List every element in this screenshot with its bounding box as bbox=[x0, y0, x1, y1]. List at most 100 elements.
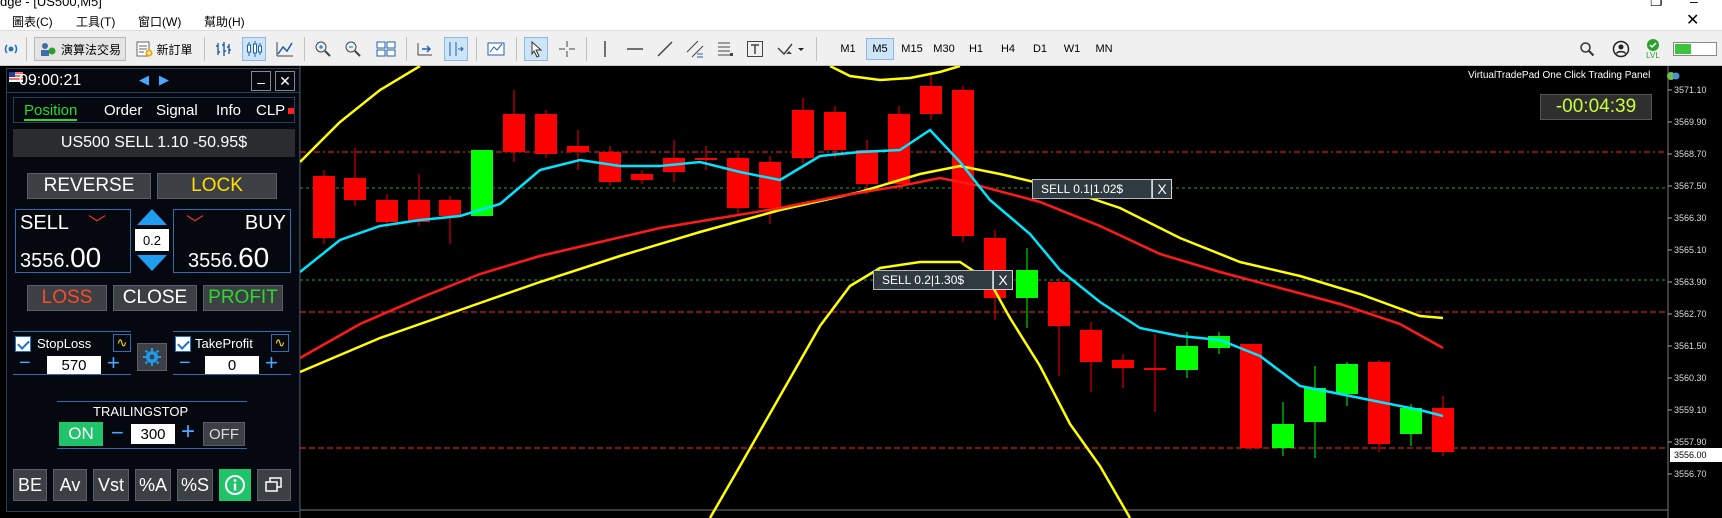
trailingstop-input[interactable]: 300 bbox=[131, 424, 175, 444]
panel-close-button[interactable]: ✕ bbox=[275, 71, 295, 91]
algo-trading-button[interactable]: 演算法交易 bbox=[34, 37, 126, 61]
tab-info[interactable]: Info bbox=[216, 102, 241, 119]
tab-order[interactable]: Order bbox=[104, 102, 142, 119]
trading-panel: 09:00:21 ◀ ▶ – ✕ Position Order Signal I… bbox=[6, 68, 300, 512]
timeframe-m15[interactable]: M15 bbox=[898, 38, 926, 60]
percent-s-button[interactable]: %S bbox=[177, 469, 213, 501]
close-window-button[interactable]: ✕ bbox=[1686, 10, 1699, 30]
timeframe-w1[interactable]: W1 bbox=[1058, 38, 1086, 60]
lot-up-icon[interactable] bbox=[137, 209, 167, 225]
crosshair-icon[interactable] bbox=[556, 37, 578, 61]
bar-chart-icon[interactable] bbox=[212, 37, 234, 61]
bear-candle bbox=[1048, 282, 1070, 326]
bear-candle bbox=[313, 176, 335, 238]
sell-button[interactable]: SELL ﹀ 3556.00 bbox=[15, 209, 131, 273]
account-icon[interactable] bbox=[1610, 37, 1632, 61]
stoploss-checkbox[interactable] bbox=[15, 336, 31, 352]
line-chart-icon[interactable] bbox=[274, 37, 296, 61]
close-all-button[interactable]: CLOSE bbox=[113, 285, 197, 311]
reverse-button[interactable]: REVERSE bbox=[27, 173, 151, 199]
vertical-line-icon[interactable] bbox=[594, 37, 616, 61]
virtual-stop-button[interactable]: Vst bbox=[93, 469, 129, 501]
tile-windows-icon[interactable] bbox=[374, 37, 398, 61]
search-icon[interactable] bbox=[1576, 37, 1598, 61]
stoploss-minus-button[interactable]: − bbox=[19, 352, 31, 375]
window-title: dge - [US500,M5] bbox=[0, 0, 102, 9]
percent-a-button[interactable]: %A bbox=[135, 469, 171, 501]
trailingstop-plus-button[interactable]: + bbox=[181, 418, 195, 446]
trailingstop-group: TRAILINGSTOP ON − 300 + OFF bbox=[57, 401, 247, 449]
timeframe-m5[interactable]: M5 bbox=[866, 38, 894, 60]
new-order-button[interactable]: 新訂單 bbox=[132, 37, 196, 61]
menu-tools[interactable]: 工具(T) bbox=[76, 13, 115, 30]
zoom-out-icon[interactable] bbox=[342, 37, 364, 61]
tab-clp[interactable]: CLP bbox=[256, 102, 285, 119]
menu-help[interactable]: 幫助(H) bbox=[204, 13, 245, 30]
restore-window-icon[interactable] bbox=[257, 469, 291, 501]
channel-icon[interactable] bbox=[684, 37, 706, 61]
timeframe-m30[interactable]: M30 bbox=[930, 38, 958, 60]
prev-arrow-icon[interactable]: ◀ bbox=[139, 72, 149, 88]
upper-band-left bbox=[299, 66, 421, 163]
minimize-button[interactable]: – bbox=[1690, 0, 1698, 9]
cursor-icon[interactable] bbox=[524, 37, 548, 61]
maximize-button[interactable]: ❐ bbox=[1650, 0, 1663, 10]
fibonacci-icon[interactable] bbox=[714, 37, 736, 61]
timeframe-mn[interactable]: MN bbox=[1090, 38, 1118, 60]
toolbar: 演算法交易 新訂單 M1 M5 M15 M30 H1 H4 D1 W1 MN L… bbox=[0, 30, 1722, 66]
bear-candle bbox=[344, 178, 366, 200]
order-close-button-2[interactable]: X bbox=[993, 270, 1013, 290]
shapes-dropdown-icon[interactable] bbox=[774, 37, 808, 61]
panel-time: 09:00:21 bbox=[19, 72, 82, 89]
timeframe-h4[interactable]: H4 bbox=[994, 38, 1022, 60]
price-tick-label: 3556.70 bbox=[1674, 469, 1707, 479]
templates-icon[interactable] bbox=[484, 37, 508, 61]
takeprofit-plus-button[interactable]: + bbox=[265, 350, 278, 376]
timeframe-d1[interactable]: D1 bbox=[1026, 38, 1054, 60]
lot-down-icon[interactable] bbox=[137, 255, 167, 271]
upper-band-top bbox=[829, 66, 961, 82]
trendline-icon[interactable] bbox=[654, 37, 676, 61]
bull-candle bbox=[1336, 364, 1358, 394]
panel-minimize-button[interactable]: – bbox=[251, 71, 271, 91]
takeprofit-minus-button[interactable]: − bbox=[179, 352, 191, 375]
buy-button[interactable]: ﹀ BUY 3556.60 bbox=[173, 209, 291, 273]
horizontal-line-icon[interactable] bbox=[624, 37, 646, 61]
average-button[interactable]: Av bbox=[53, 469, 87, 501]
signal-icon[interactable] bbox=[2, 37, 20, 61]
lock-button[interactable]: LOCK bbox=[157, 173, 277, 199]
order-close-button-1[interactable]: X bbox=[1152, 179, 1172, 199]
takeprofit-checkbox[interactable] bbox=[175, 336, 191, 352]
timeframe-h1[interactable]: H1 bbox=[962, 38, 990, 60]
autoscroll-icon[interactable] bbox=[444, 37, 468, 61]
breakeven-button[interactable]: BE bbox=[13, 469, 47, 501]
close-profit-button[interactable]: PROFIT bbox=[203, 285, 283, 311]
tab-signal[interactable]: Signal bbox=[156, 102, 198, 119]
stoploss-input[interactable]: 570 bbox=[47, 356, 101, 374]
stoploss-plus-button[interactable]: + bbox=[107, 350, 120, 376]
trailingstop-off-button[interactable]: OFF bbox=[203, 422, 245, 446]
trailingstop-on-button[interactable]: ON bbox=[59, 422, 103, 446]
chart-shift-icon[interactable] bbox=[414, 37, 436, 61]
bear-candle bbox=[792, 110, 814, 158]
tab-position[interactable]: Position bbox=[24, 102, 78, 121]
menu-window[interactable]: 窗口(W) bbox=[138, 13, 181, 30]
candlestick-icon[interactable] bbox=[242, 37, 266, 61]
close-loss-button[interactable]: LOSS bbox=[27, 285, 107, 311]
timeframe-m1[interactable]: M1 bbox=[834, 38, 862, 60]
settings-gear-icon[interactable] bbox=[137, 343, 167, 371]
next-arrow-icon[interactable]: ▶ bbox=[159, 72, 169, 88]
trailingstop-minus-button[interactable]: − bbox=[111, 420, 124, 446]
buy-label: BUY bbox=[244, 212, 286, 234]
info-icon[interactable] bbox=[219, 469, 251, 501]
lot-input[interactable]: 0.2 bbox=[135, 229, 169, 251]
takeprofit-input[interactable]: 0 bbox=[205, 356, 259, 374]
price-tick-label: 3566.30 bbox=[1674, 213, 1707, 223]
order-label-sell-1[interactable]: SELL 0.1|1.02$ bbox=[1032, 179, 1152, 199]
order-label-sell-2[interactable]: SELL 0.2|1.30$ bbox=[873, 270, 993, 290]
menu-chart[interactable]: 圖表(C) bbox=[12, 13, 53, 30]
lvl-signal-icon[interactable]: LVL bbox=[1640, 37, 1666, 61]
zoom-in-icon[interactable] bbox=[312, 37, 334, 61]
bear-candle bbox=[695, 158, 717, 160]
text-tool-icon[interactable] bbox=[744, 37, 766, 61]
